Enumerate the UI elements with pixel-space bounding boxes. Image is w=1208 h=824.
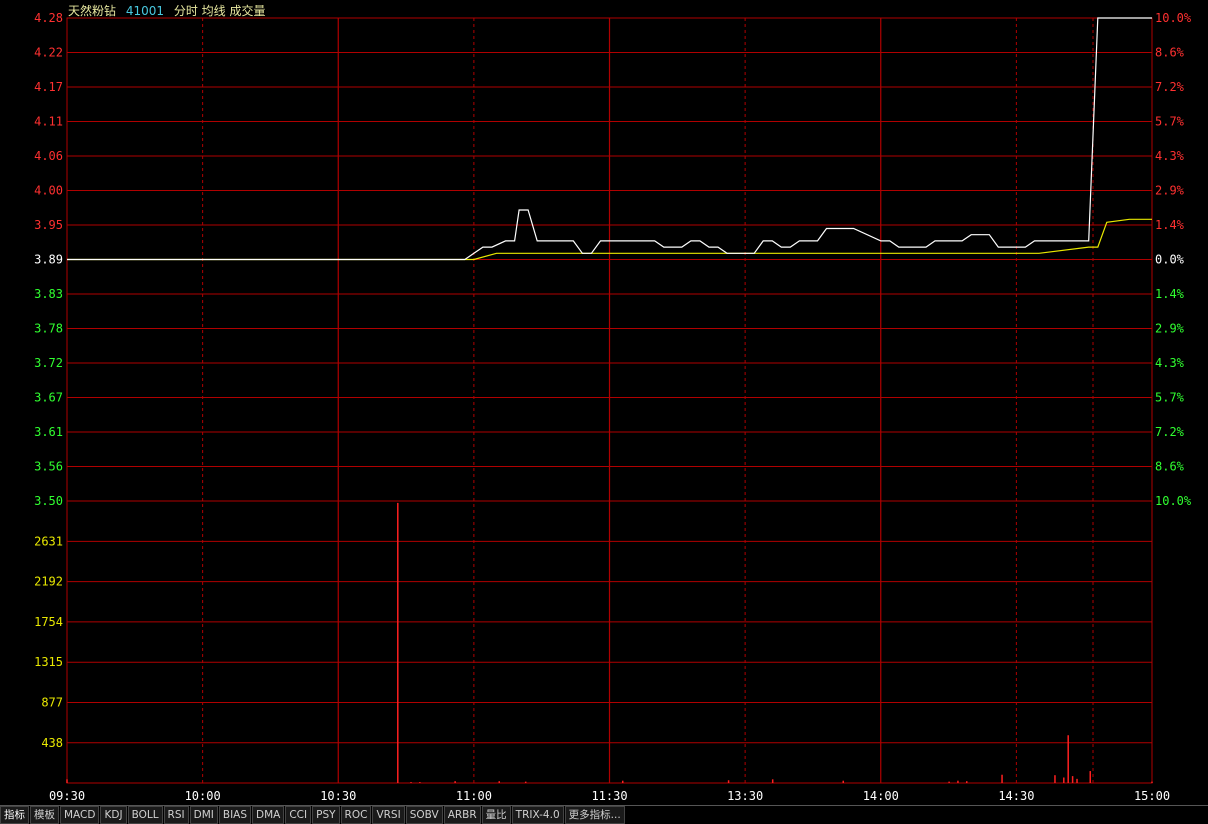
price-tick-label: 3.50 — [34, 494, 63, 508]
percent-tick-label: 2.9% — [1155, 184, 1185, 198]
price-tick-label: 3.72 — [34, 356, 63, 370]
time-tick-label: 15:00 — [1134, 789, 1170, 803]
volume-tick-label: 2631 — [34, 534, 63, 548]
price-tick-label: 4.22 — [34, 46, 63, 60]
indicator-tab[interactable]: 指标 — [0, 806, 29, 824]
percent-tick-label: 7.2% — [1155, 80, 1185, 94]
indicator-tab[interactable]: BOLL — [127, 806, 163, 824]
time-tick-label: 14:30 — [998, 789, 1034, 803]
volume-tick-label: 1754 — [34, 615, 63, 629]
percent-tick-label: 5.7% — [1155, 391, 1185, 405]
price-tick-label: 4.00 — [34, 184, 63, 198]
indicator-tab[interactable]: CCI — [285, 806, 312, 824]
indicator-tab[interactable]: SOBV — [405, 806, 443, 824]
percent-tick-label: 1.4% — [1155, 287, 1185, 301]
intraday-chart[interactable]: 4.28 10.0% 4.22 8.6% 4.17 7.2% 4.11 5.7% 4.06 4.3… — [0, 0, 1208, 805]
indicator-tab[interactable]: 更多指标... — [564, 806, 625, 824]
percent-tick-label: 8.6% — [1155, 46, 1185, 60]
time-tick-label: 09:30 — [49, 789, 85, 803]
percent-tick-label: 10.0% — [1155, 11, 1192, 25]
price-tick-label: 4.17 — [34, 80, 63, 94]
percent-tick-label: 8.6% — [1155, 460, 1185, 474]
indicator-tab[interactable]: 模板 — [30, 806, 59, 824]
indicator-tab[interactable]: DMA — [252, 806, 285, 824]
time-tick-label: 13:30 — [727, 789, 763, 803]
indicator-tab[interactable]: VRSI — [372, 806, 405, 824]
indicator-tab[interactable]: KDJ — [100, 806, 127, 824]
indicator-tab[interactable]: BIAS — [218, 806, 252, 824]
percent-tick-label: 4.3% — [1155, 356, 1185, 370]
time-tick-label: 10:00 — [185, 789, 221, 803]
price-tick-label: 3.78 — [34, 322, 63, 336]
percent-tick-label: 1.4% — [1155, 218, 1185, 232]
indicator-tab[interactable]: 量比 — [481, 806, 511, 824]
indicator-tab-bar: 指标 模板 MACD KDJ BOLL RSI DMI BIAS DMA CCI PSY ROC VRS… — [0, 805, 1208, 824]
percent-tick-label: 10.0% — [1155, 494, 1192, 508]
price-tick-label: 4.06 — [34, 149, 63, 163]
price-tick-label: 3.61 — [34, 425, 63, 439]
indicator-tab[interactable]: PSY — [312, 806, 340, 824]
chart-header: 天然粉钻 41001 分时 均线 成交量 — [68, 2, 272, 18]
price-tick-label: 3.67 — [34, 391, 63, 405]
time-tick-label: 10:30 — [320, 789, 356, 803]
stock-code: 41001 — [125, 4, 165, 18]
time-tick-label: 11:30 — [591, 789, 627, 803]
percent-tick-label: 0.0% — [1155, 253, 1185, 267]
price-tick-label: 3.83 — [34, 287, 63, 301]
intraday-chart-window: 4.28 10.0% 4.22 8.6% 4.17 7.2% 4.11 5.7% 4.06 4.3… — [0, 0, 1208, 824]
stock-name: 天然粉钻 — [68, 4, 117, 18]
price-tick-label: 3.95 — [34, 218, 63, 232]
time-tick-label: 14:00 — [863, 789, 899, 803]
percent-tick-label: 7.2% — [1155, 425, 1185, 439]
indicator-tab[interactable]: RSI — [163, 806, 189, 824]
price-tick-label: 3.56 — [34, 460, 63, 474]
price-tick-label: 4.28 — [34, 11, 63, 25]
indicator-tab[interactable]: DMI — [189, 806, 218, 824]
volume-tick-label: 438 — [41, 736, 63, 750]
volume-tick-label: 1315 — [34, 655, 63, 669]
indicator-tab[interactable]: MACD — [60, 806, 100, 824]
volume-tick-label: 877 — [41, 695, 63, 709]
percent-tick-label: 2.9% — [1155, 322, 1185, 336]
chart-series-labels[interactable]: 分时 均线 成交量 — [174, 4, 266, 18]
indicator-tab[interactable]: ROC — [340, 806, 372, 824]
indicator-tab[interactable]: TRIX-4.0 — [511, 806, 564, 824]
indicator-tab[interactable]: ARBR — [443, 806, 481, 824]
price-tick-label: 3.89 — [34, 253, 63, 267]
price-tick-label: 4.11 — [34, 115, 63, 129]
percent-tick-label: 4.3% — [1155, 149, 1185, 163]
volume-tick-label: 2192 — [34, 575, 63, 589]
percent-tick-label: 5.7% — [1155, 115, 1185, 129]
time-tick-label: 11:00 — [456, 789, 492, 803]
